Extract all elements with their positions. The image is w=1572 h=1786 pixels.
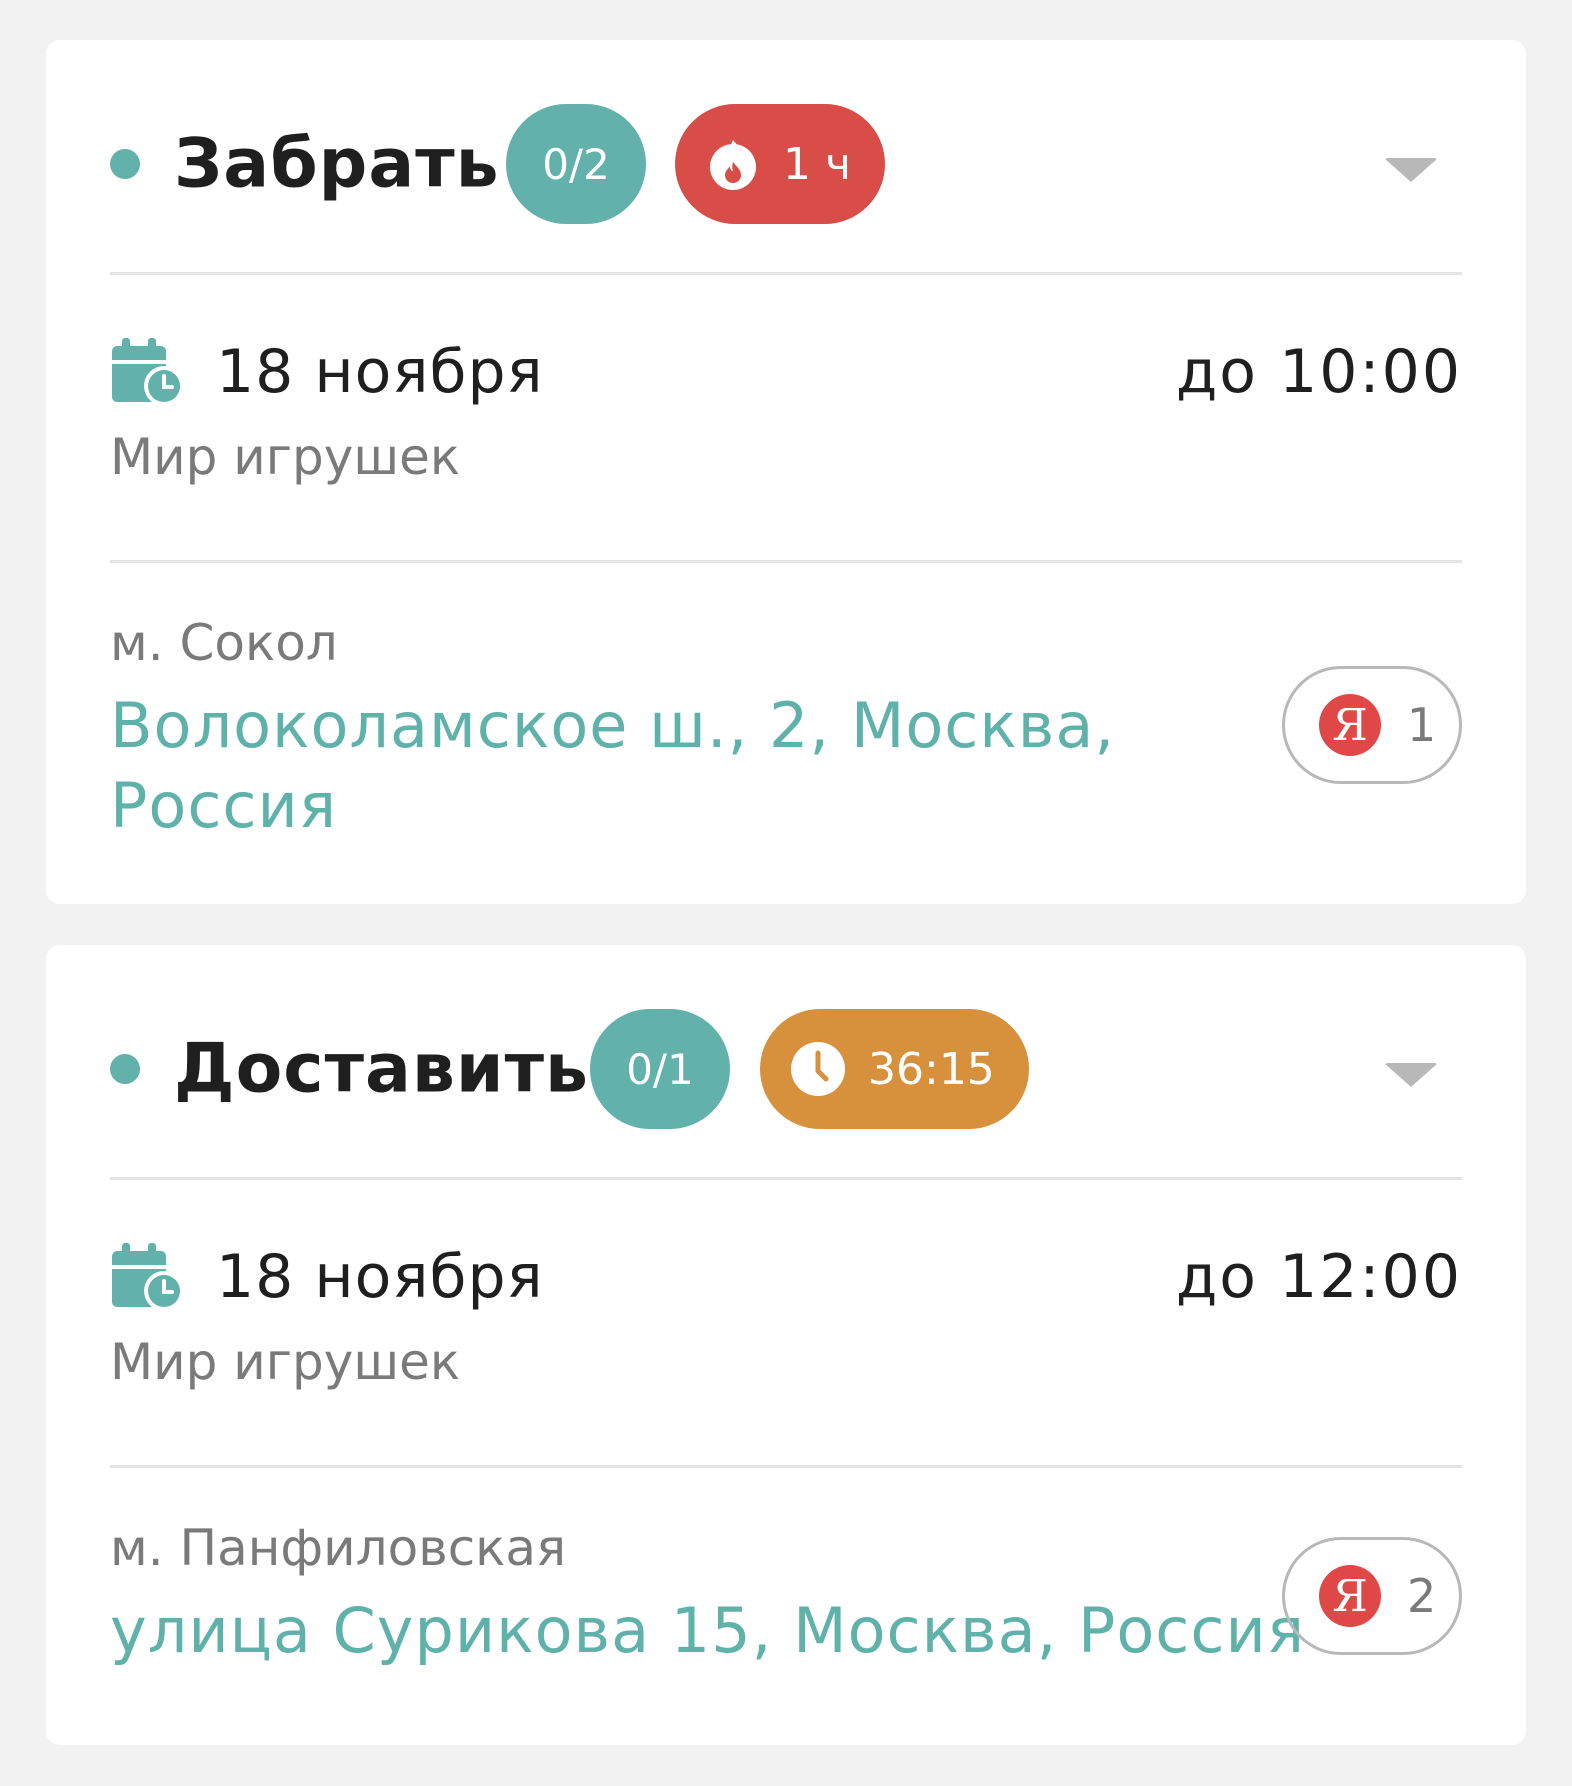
clock-icon — [790, 1041, 846, 1097]
task-date: 18 ноября — [216, 337, 544, 407]
task-header[interactable]: Забрать 0/2 1 ч — [110, 104, 1462, 224]
merchant-name: Мир игрушек — [110, 1333, 461, 1391]
fire-icon — [705, 136, 761, 192]
countdown-timer-badge: 36:15 — [760, 1009, 1029, 1129]
metro-station: м. Панфиловская — [110, 1519, 567, 1577]
timer-label: 36:15 — [868, 1043, 995, 1095]
urgent-timer-badge: 1 ч — [675, 104, 885, 224]
calendar-clock-icon — [110, 336, 184, 406]
nav-count: 2 — [1407, 1569, 1437, 1623]
date-row: 18 ноября до 12:00 — [110, 1237, 1462, 1317]
task-card-delivery: Доставить 0/1 36:15 18 ноября до 12:00 М… — [46, 945, 1526, 1745]
task-title: Доставить — [174, 1029, 589, 1109]
status-dot — [110, 149, 140, 179]
divider — [110, 272, 1462, 275]
progress-badge: 0/2 — [506, 104, 646, 224]
yandex-navigator-button[interactable]: Я 2 — [1282, 1537, 1462, 1655]
chevron-down-icon[interactable] — [1384, 1063, 1438, 1087]
date-row: 18 ноября до 10:00 — [110, 332, 1462, 412]
metro-station: м. Сокол — [110, 614, 338, 672]
task-title: Забрать — [174, 124, 500, 204]
task-deadline: до 10:00 — [1175, 337, 1462, 407]
yandex-logo-icon: Я — [1319, 1565, 1381, 1627]
chevron-down-icon[interactable] — [1384, 158, 1438, 182]
task-header[interactable]: Доставить 0/1 36:15 — [110, 1009, 1462, 1129]
address-link[interactable]: улица Сурикова 15, Москва, Россия — [110, 1591, 1304, 1671]
task-date: 18 ноября — [216, 1242, 544, 1312]
nav-count: 1 — [1407, 698, 1437, 752]
task-card-pickup: Забрать 0/2 1 ч 18 ноября до 10:00 Мир и… — [46, 40, 1526, 904]
address-link[interactable]: Волоколамское ш., 2, Москва, Россия — [110, 686, 1150, 846]
timer-label: 1 ч — [783, 138, 851, 190]
divider — [110, 1465, 1462, 1468]
divider — [110, 560, 1462, 563]
divider — [110, 1177, 1462, 1180]
yandex-logo-icon: Я — [1319, 694, 1381, 756]
yandex-navigator-button[interactable]: Я 1 — [1282, 666, 1462, 784]
calendar-clock-icon — [110, 1241, 184, 1311]
status-dot — [110, 1054, 140, 1084]
task-deadline: до 12:00 — [1175, 1242, 1462, 1312]
merchant-name: Мир игрушек — [110, 428, 461, 486]
progress-badge: 0/1 — [590, 1009, 730, 1129]
